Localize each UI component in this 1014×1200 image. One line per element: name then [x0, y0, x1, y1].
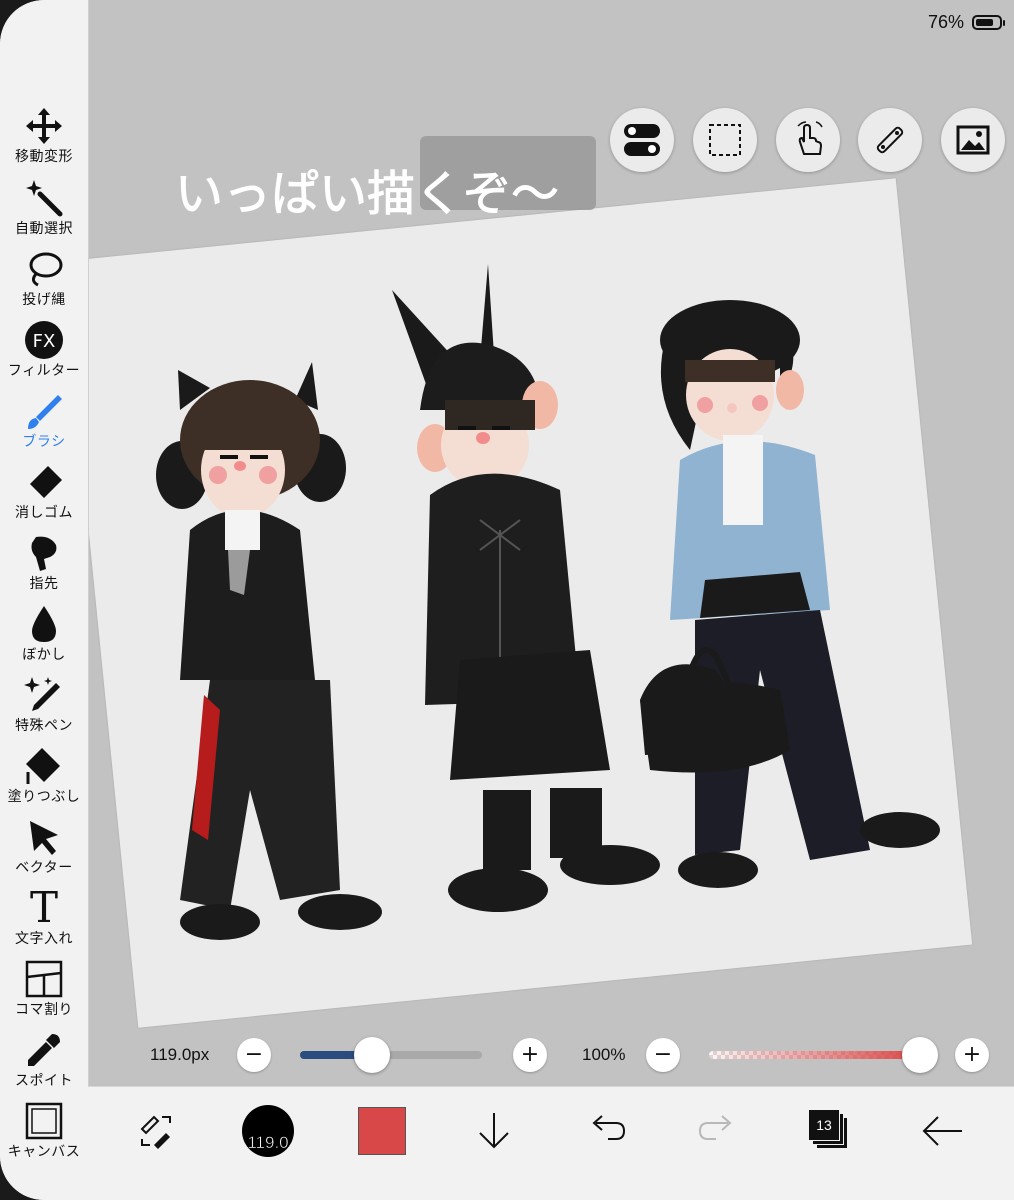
color-swatch-button[interactable] [354, 1106, 410, 1156]
tool-filter[interactable]: FX フィルター [0, 318, 88, 388]
tool-vector[interactable]: ベクター [0, 815, 88, 885]
tool-canvas[interactable]: キャンバス [0, 1099, 88, 1169]
ruler-button[interactable] [858, 108, 922, 172]
tool-label: ブラシ [22, 434, 66, 450]
image-button[interactable] [941, 108, 1005, 172]
tool-label: コマ割り [15, 1002, 73, 1018]
current-color-swatch [358, 1107, 406, 1155]
tool-label: スポイト [15, 1073, 73, 1089]
opacity-minus-button[interactable]: − [646, 1038, 680, 1072]
arrow-left-icon [922, 1116, 962, 1146]
brush-size-preview-text: 119.0 [247, 1133, 289, 1153]
undo-icon [592, 1115, 626, 1140]
tool-label: キャンバス [7, 1144, 81, 1160]
finger-icon [21, 531, 67, 575]
selection-rect-icon [709, 124, 741, 156]
battery-icon [972, 15, 1005, 30]
download-button[interactable] [466, 1106, 522, 1156]
blur-drop-icon [21, 602, 67, 646]
bottom-toolbar [88, 1086, 1014, 1200]
vector-arrow-icon [21, 815, 67, 859]
redo-button[interactable] [690, 1106, 746, 1156]
tool-eraser[interactable]: 消しゴム [0, 460, 88, 530]
opacity-value: 100% [582, 1045, 626, 1064]
tool-blur[interactable]: ぼかし [0, 602, 88, 672]
tool-panel-layout[interactable]: コマ割り [0, 957, 88, 1027]
back-button[interactable] [914, 1106, 970, 1156]
tool-move-transform[interactable]: 移動変形 [0, 104, 88, 174]
tool-label: ぼかし [22, 647, 66, 663]
opacity-track[interactable] [709, 1051, 919, 1059]
fill-bucket-icon [21, 744, 67, 788]
tool-label: 消しゴム [15, 505, 73, 521]
canvas-icon [21, 1099, 67, 1143]
opacity-plus-button[interactable]: + [955, 1038, 989, 1072]
fx-icon: FX [21, 318, 67, 362]
ruler-icon [876, 126, 904, 154]
brush-icon [21, 389, 67, 433]
tool-sidebar: 移動変形 自動選択 投げ縄 FX フィルター ブラシ 消しゴム 指先 ぼかし 特… [0, 0, 89, 1200]
layers-count: 13 [808, 1109, 840, 1141]
toggle-button[interactable] [610, 108, 674, 172]
tool-label: 移動変形 [15, 149, 73, 165]
layers-icon: 13 [808, 1109, 852, 1153]
tool-lasso[interactable]: 投げ縄 [0, 247, 88, 317]
panel-layout-icon [21, 957, 67, 1001]
tool-brush[interactable]: ブラシ [0, 389, 88, 459]
brush-size-preview-button[interactable]: 119.0 [240, 1105, 296, 1157]
tool-label: 自動選択 [15, 221, 73, 237]
magic-wand-icon [21, 176, 67, 220]
redo-icon [698, 1115, 732, 1140]
special-pen-icon [21, 673, 67, 717]
touch-gesture-icon [797, 121, 823, 155]
undo-button[interactable] [578, 1106, 634, 1156]
battery-status: 76% [927, 12, 1005, 33]
figure-right [640, 300, 940, 888]
tool-eyedropper[interactable]: スポイト [0, 1028, 88, 1098]
eyedropper-icon [21, 1028, 67, 1072]
arrow-down-icon [479, 1113, 509, 1149]
figure-middle [392, 264, 660, 912]
brush-size-thumb[interactable] [354, 1037, 390, 1073]
image-icon [956, 125, 990, 155]
brush-size-value: 119.0px [150, 1045, 210, 1064]
battery-percent: 76% [927, 12, 964, 32]
swap-tool-button[interactable] [128, 1106, 184, 1156]
brush-size-circle: 119.0 [242, 1105, 294, 1157]
toggle-switch-icon [624, 124, 660, 156]
tool-special-pen[interactable]: 特殊ペン [0, 673, 88, 743]
tool-label: 指先 [29, 576, 59, 592]
handwritten-text: いっぱい描くぞ〜 [175, 166, 560, 223]
tool-label: 塗りつぶし [7, 789, 81, 805]
app-screen: いっぱい描くぞ〜 76% 移動変形 自動選択 投げ縄 FX フィルター ブラシ … [0, 0, 1014, 1200]
layers-button[interactable]: 13 [802, 1106, 858, 1156]
lasso-icon [21, 247, 67, 291]
tool-label: 投げ縄 [22, 292, 66, 308]
brush-size-plus-button[interactable]: + [513, 1038, 547, 1072]
selection-button[interactable] [693, 108, 757, 172]
swap-pen-eraser-icon [140, 1115, 171, 1149]
figure-left [156, 362, 382, 940]
tool-label: フィルター [7, 363, 81, 379]
eraser-icon [21, 460, 67, 504]
tool-label: 文字入れ [15, 931, 73, 947]
tool-finger[interactable]: 指先 [0, 531, 88, 601]
tool-fill[interactable]: 塗りつぶし [0, 744, 88, 814]
illustration [156, 264, 940, 940]
tool-label: 特殊ペン [15, 718, 73, 734]
svg-text:FX: FX [33, 331, 56, 352]
move-icon [21, 104, 67, 148]
tool-label: ベクター [15, 860, 73, 876]
opacity-thumb[interactable] [902, 1037, 938, 1073]
tool-text[interactable]: T 文字入れ [0, 886, 88, 956]
text-icon: T [29, 883, 58, 932]
tool-auto-select[interactable]: 自動選択 [0, 176, 88, 246]
brush-size-minus-button[interactable]: − [237, 1038, 271, 1072]
gesture-button[interactable] [776, 108, 840, 172]
svg-text:いっぱい描くぞ〜: いっぱい描くぞ〜 [175, 166, 559, 222]
